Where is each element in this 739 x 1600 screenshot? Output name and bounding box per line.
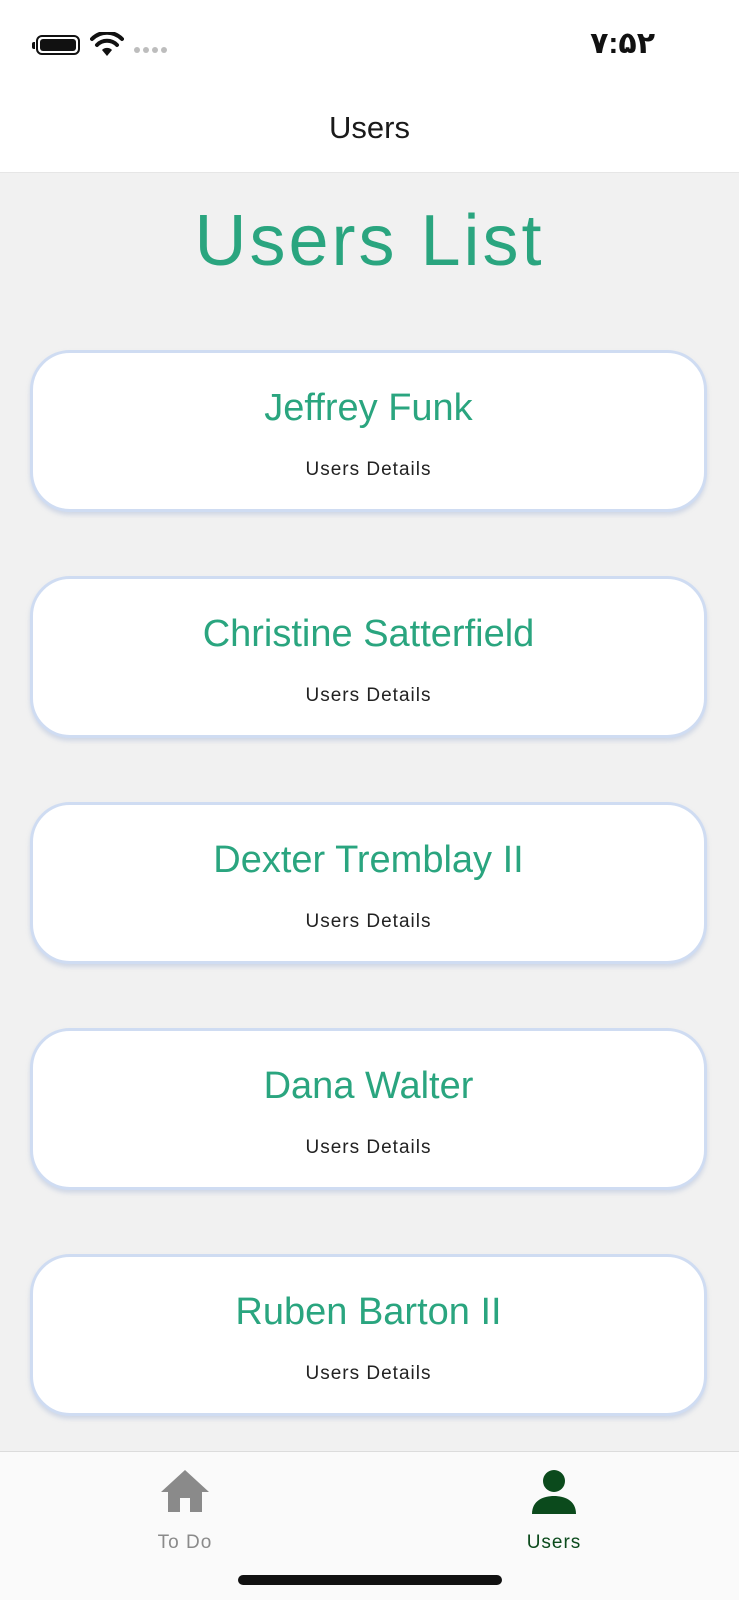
user-card[interactable]: Jeffrey Funk Users Details bbox=[30, 350, 707, 512]
user-name: Ruben Barton II bbox=[235, 1291, 502, 1333]
user-card[interactable]: Ruben Barton II Users Details bbox=[30, 1254, 707, 1416]
tab-todo-label: To Do bbox=[157, 1532, 213, 1553]
user-details-label: Users Details bbox=[305, 911, 432, 932]
user-card[interactable]: Dana Walter Users Details bbox=[30, 1028, 707, 1190]
user-card[interactable]: Christine Satterfield Users Details bbox=[30, 576, 707, 738]
user-details-label: Users Details bbox=[305, 459, 432, 480]
users-list-heading: Users List bbox=[194, 201, 545, 281]
tab-users[interactable]: Users bbox=[474, 1466, 634, 1554]
tab-todo[interactable]: To Do bbox=[105, 1466, 265, 1554]
user-details-label: Users Details bbox=[305, 1363, 432, 1384]
status-indicators bbox=[32, 32, 167, 58]
battery-full-icon bbox=[32, 35, 80, 55]
status-time: ۷:۵۲ bbox=[590, 27, 655, 60]
home-icon bbox=[161, 1470, 209, 1512]
home-indicator[interactable] bbox=[238, 1575, 502, 1585]
users-screen: ۷:۵۲ Users Users List Jeffrey Funk Users… bbox=[0, 0, 739, 1600]
user-name: Jeffrey Funk bbox=[264, 387, 473, 429]
user-name: Dexter Tremblay II bbox=[213, 839, 524, 881]
cellular-signal-icon bbox=[134, 47, 167, 53]
user-details-label: Users Details bbox=[305, 1137, 432, 1158]
user-name: Dana Walter bbox=[263, 1065, 474, 1107]
user-card[interactable]: Dexter Tremblay II Users Details bbox=[30, 802, 707, 964]
user-name: Christine Satterfield bbox=[202, 613, 535, 655]
wifi-icon bbox=[90, 32, 124, 56]
user-details-label: Users Details bbox=[305, 685, 432, 706]
status-bar: ۷:۵۲ bbox=[0, 0, 739, 88]
tab-users-label: Users bbox=[526, 1532, 582, 1553]
user-icon bbox=[532, 1470, 576, 1514]
page-title: Users bbox=[329, 110, 410, 145]
navigation-header: Users bbox=[0, 88, 739, 173]
